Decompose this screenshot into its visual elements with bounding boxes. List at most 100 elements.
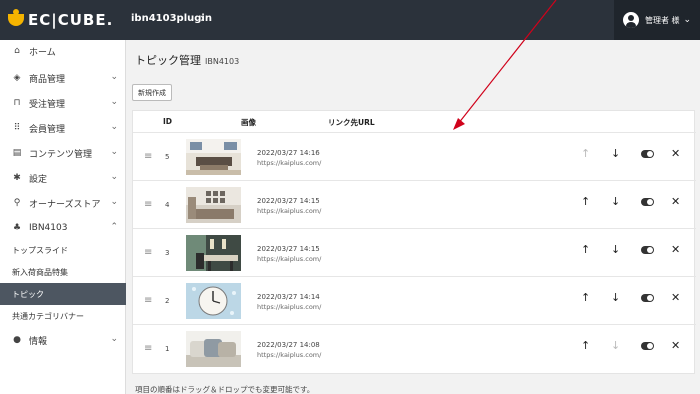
drag-handle-icon[interactable]: ≡ — [144, 343, 152, 354]
table-header: ID 画像 リンク先URL — [133, 111, 696, 132]
row-url[interactable]: https://kaiplus.com/ — [257, 207, 321, 215]
row-id: 3 — [165, 249, 170, 257]
logo-mark-icon — [8, 9, 24, 26]
home-icon: ⌂ — [14, 46, 20, 56]
table-row[interactable]: ≡ 2 2022/03/27 14:14 https://kaiplus.com… — [133, 276, 696, 324]
move-up-icon: ↑ — [581, 147, 591, 160]
move-down-icon[interactable]: ↓ — [611, 147, 620, 160]
sidebar-item-ibn4103[interactable]: ♣ IBN4103 ⌃ — [0, 217, 126, 239]
page-title-text: トピック管理 — [135, 54, 201, 67]
sidebar-subitem-category-banner[interactable]: 共通カテゴリバナー — [0, 305, 126, 327]
delete-icon[interactable]: ✕ — [671, 195, 680, 208]
table-row[interactable]: ≡ 3 2022/03/27 14:15 https://kaiplus.com… — [133, 228, 696, 276]
page-subtitle: IBN4103 — [205, 57, 240, 66]
chevron-right-icon[interactable]: › — [200, 11, 205, 25]
row-id: 2 — [165, 297, 170, 305]
sidebar-subitem-label: トピック — [12, 289, 44, 299]
row-date: 2022/03/27 14:14 — [257, 293, 320, 301]
row-id: 5 — [165, 153, 170, 161]
user-name: 管理者 様 — [645, 15, 680, 25]
table-row[interactable]: ≡ 4 2022/03/27 14:15 https://kaiplus.com… — [133, 180, 696, 228]
row-date: 2022/03/27 14:15 — [257, 197, 320, 205]
table-row[interactable]: ≡ 1 2022/03/27 14:08 https://kaiplus.com… — [133, 324, 696, 372]
sidebar-item-owners-store[interactable]: ⚲ オーナーズストア ⌄ — [0, 192, 126, 214]
sidebar-item-home[interactable]: ⌂ ホーム — [0, 40, 126, 62]
sidebar-item-label: IBN4103 — [29, 223, 68, 233]
move-up-icon[interactable]: ↑ — [581, 243, 590, 256]
column-header-url: リンク先URL — [328, 118, 375, 127]
chevron-up-icon: ⌃ — [110, 222, 118, 232]
row-id: 4 — [165, 201, 170, 209]
drag-handle-icon[interactable]: ≡ — [144, 247, 152, 258]
move-up-icon[interactable]: ↑ — [581, 291, 590, 304]
row-url[interactable]: https://kaiplus.com/ — [257, 303, 321, 311]
page-title: トピック管理 IBN4103 — [135, 52, 239, 68]
sidebar-subitem-label: 新入荷商品特集 — [12, 267, 68, 277]
row-url[interactable]: https://kaiplus.com/ — [257, 255, 321, 263]
drag-handle-icon[interactable]: ≡ — [144, 151, 152, 162]
eccube-logo[interactable]: EC|CUBE. — [8, 9, 114, 29]
sidebar-subitem-top-slide[interactable]: トップスライド — [0, 239, 126, 261]
move-up-icon[interactable]: ↑ — [581, 195, 590, 208]
visibility-toggle-icon[interactable] — [641, 246, 654, 254]
sidebar-item-customers[interactable]: ⠿ 会員管理 ⌄ — [0, 117, 126, 139]
move-down-icon[interactable]: ↓ — [611, 195, 620, 208]
sidebar-item-orders[interactable]: ⊓ 受注管理 ⌄ — [0, 92, 126, 114]
sidebar-item-content[interactable]: ▤ コンテンツ管理 ⌄ — [0, 142, 126, 164]
chevron-down-icon: ⌄ — [110, 334, 118, 344]
delete-icon[interactable]: ✕ — [671, 339, 680, 352]
thumbnail-kitchen — [186, 187, 241, 223]
sidebar-subitem-topic[interactable]: トピック — [0, 283, 126, 305]
move-down-icon[interactable]: ↓ — [611, 291, 620, 304]
move-down-icon[interactable]: ↓ — [611, 243, 620, 256]
delete-icon[interactable]: ✕ — [671, 147, 680, 160]
move-up-icon[interactable]: ↑ — [581, 339, 590, 352]
sidebar-subitem-label: トップスライド — [12, 245, 68, 255]
topic-table: ID 画像 リンク先URL ≡ 5 2022/03/27 14:16 https… — [132, 110, 696, 374]
info-icon: ● — [13, 335, 21, 345]
delete-icon[interactable]: ✕ — [671, 291, 680, 304]
sidebar-item-settings[interactable]: ✱ 設定 ⌄ — [0, 167, 126, 189]
row-date: 2022/03/27 14:08 — [257, 341, 320, 349]
chevron-down-icon: ⌄ — [110, 97, 118, 107]
sidebar-item-label: 受注管理 — [29, 99, 66, 110]
column-header-id: ID — [163, 117, 173, 126]
row-date: 2022/03/27 14:16 — [257, 149, 320, 157]
chevron-down-icon: ⌄ — [110, 147, 118, 157]
chevron-down-icon: ⌄ — [110, 197, 118, 207]
visibility-toggle-icon[interactable] — [641, 198, 654, 206]
user-menu[interactable]: 管理者 様 ⌄ — [614, 0, 700, 40]
document-icon: ▤ — [12, 148, 22, 158]
top-header: EC|CUBE. ibn4103plugin › 管理者 様 ⌄ — [0, 0, 700, 40]
drag-handle-icon[interactable]: ≡ — [144, 295, 152, 306]
row-date: 2022/03/27 14:15 — [257, 245, 320, 253]
new-topic-button[interactable]: 新規作成 — [132, 84, 172, 101]
chevron-down-icon: ⌄ — [110, 122, 118, 132]
visibility-toggle-icon[interactable] — [641, 342, 654, 350]
row-url[interactable]: https://kaiplus.com/ — [257, 159, 321, 167]
users-icon: ⠿ — [13, 123, 21, 133]
visibility-toggle-icon[interactable] — [641, 294, 654, 302]
logo-text: EC|CUBE. — [28, 11, 114, 29]
visibility-toggle-icon[interactable] — [641, 150, 654, 158]
user-avatar-icon — [623, 12, 639, 28]
sidebar-item-info[interactable]: ● 情報 ⌄ — [0, 329, 126, 351]
row-id: 1 — [165, 345, 170, 353]
cart-icon: ⊓ — [13, 98, 21, 108]
sidebar-item-label: 商品管理 — [29, 74, 66, 85]
delete-icon[interactable]: ✕ — [671, 243, 680, 256]
sidebar-item-label: オーナーズストア — [29, 199, 101, 210]
sidebar-subitem-new-arrivals[interactable]: 新入荷商品特集 — [0, 261, 126, 283]
thumbnail-living-room — [186, 139, 241, 175]
sidebar: ⌂ ホーム ◈ 商品管理 ⌄ ⊓ 受注管理 ⌄ ⠿ 会員管理 ⌄ ▤ コンテンツ… — [0, 40, 126, 394]
cube-icon: ◈ — [13, 73, 21, 83]
main-content: トピック管理 IBN4103 新規作成 ID 画像 リンク先URL ≡ 5 202… — [127, 40, 700, 394]
puzzle-icon: ♣ — [12, 223, 22, 233]
gear-icon: ✱ — [13, 173, 21, 183]
plug-icon: ⚲ — [13, 198, 21, 208]
drag-handle-icon[interactable]: ≡ — [144, 199, 152, 210]
row-url[interactable]: https://kaiplus.com/ — [257, 351, 321, 359]
thumbnail-pillows — [186, 331, 241, 367]
sidebar-item-products[interactable]: ◈ 商品管理 ⌄ — [0, 67, 126, 89]
table-row[interactable]: ≡ 5 2022/03/27 14:16 https://kaiplus.com… — [133, 132, 696, 180]
